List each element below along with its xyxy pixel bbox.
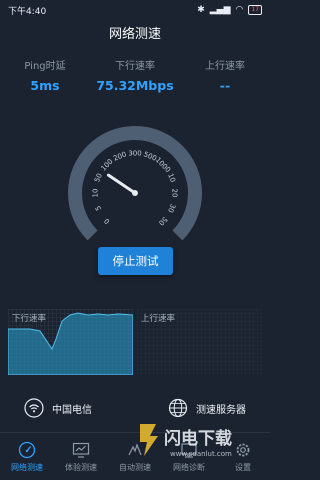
metric-value: 5ms xyxy=(30,78,60,93)
gauge-tick-label: 20 xyxy=(171,189,179,198)
lightning-icon xyxy=(140,424,158,456)
tab-label: 体验测速 xyxy=(65,462,97,472)
speed-gauge: 0 5 10 50 100 200 300 500 1000 10 20 30 50 xyxy=(50,108,220,248)
gauge-tick-label: 1000 xyxy=(154,156,172,174)
gauge-tick-label: 50 xyxy=(93,172,104,183)
metric-label: 上行速率 xyxy=(205,61,245,72)
signal-icon: ▂▄▆ xyxy=(209,5,231,15)
wifi-circle-icon xyxy=(24,398,44,418)
battery-icon: 17 xyxy=(248,5,262,15)
monitor-chart-icon xyxy=(72,442,90,458)
metrics-row: Ping时延 5ms 下行速率 75.32Mbps 上行速率 -- xyxy=(0,60,270,96)
tab-label: 自动测速 xyxy=(119,462,151,472)
wifi-icon: ◠ xyxy=(235,5,244,15)
speed-graphs: 下行速率 上行速率 xyxy=(8,309,262,375)
bluetooth-icon: ✱ xyxy=(197,5,205,15)
metric-value: -- xyxy=(219,78,231,93)
tab-label: 网络测速 xyxy=(11,462,43,472)
metric-download: 下行速率 75.32Mbps xyxy=(90,60,180,96)
gauge-svg: 051050100200 300 500100010203050 xyxy=(68,126,202,241)
server-info[interactable]: 测速服务器 xyxy=(168,398,246,418)
status-bar: 下午4:40 ✱ ▂▄▆ ◠ 17 xyxy=(0,0,270,20)
download-graph: 下行速率 xyxy=(8,309,133,375)
status-icons: ✱ ▂▄▆ ◠ 17 xyxy=(197,5,262,15)
gauge-needle xyxy=(106,173,137,195)
watermark-logo: 闪电下载 www.sdanlut.com xyxy=(140,424,232,458)
watermark-url: www.sdanlut.com xyxy=(170,450,232,458)
download-graph-label: 下行速率 xyxy=(12,314,47,324)
gauge-tick-label: 300 xyxy=(128,150,141,158)
carrier-info: 中国电信 xyxy=(24,398,92,418)
gauge-tick-label: 30 xyxy=(166,202,177,213)
gauge-tick-label: 5 xyxy=(94,205,103,212)
stop-test-button[interactable]: 停止测试 xyxy=(98,247,173,275)
upload-graph-label: 上行速率 xyxy=(141,314,176,324)
server-label: 测速服务器 xyxy=(196,404,246,416)
gauge-tick-label: 50 xyxy=(157,215,169,227)
tab-experience-speed[interactable]: 体验测速 xyxy=(54,433,108,480)
gauge-tick-label: 10 xyxy=(92,189,100,198)
carrier-name: 中国电信 xyxy=(52,404,92,416)
tab-label: 设置 xyxy=(235,462,251,472)
watermark-text: 闪电下载 xyxy=(164,428,232,449)
gauge-hub xyxy=(132,190,138,196)
gauge-tick-label: 0 xyxy=(103,217,112,226)
metric-upload: 上行速率 -- xyxy=(180,60,270,96)
gauge-tick-label: 10 xyxy=(166,172,177,183)
gauge-arc xyxy=(68,126,202,241)
upload-graph: 上行速率 xyxy=(137,309,262,375)
tab-label: 网络诊断 xyxy=(173,462,205,472)
gauge-tick-label: 100 xyxy=(100,158,115,173)
gauge-tick-label: 200 xyxy=(112,150,127,163)
metric-ping: Ping时延 5ms xyxy=(0,60,90,96)
page-title: 网络测速 xyxy=(108,27,161,42)
globe-icon xyxy=(168,398,188,418)
tab-network-speed[interactable]: 网络测速 xyxy=(0,433,54,480)
status-time: 下午4:40 xyxy=(8,6,47,17)
speedometer-icon xyxy=(18,441,36,458)
metric-value: 75.32Mbps xyxy=(96,78,174,93)
metric-label: Ping时延 xyxy=(24,61,66,72)
metric-label: 下行速率 xyxy=(115,61,155,72)
